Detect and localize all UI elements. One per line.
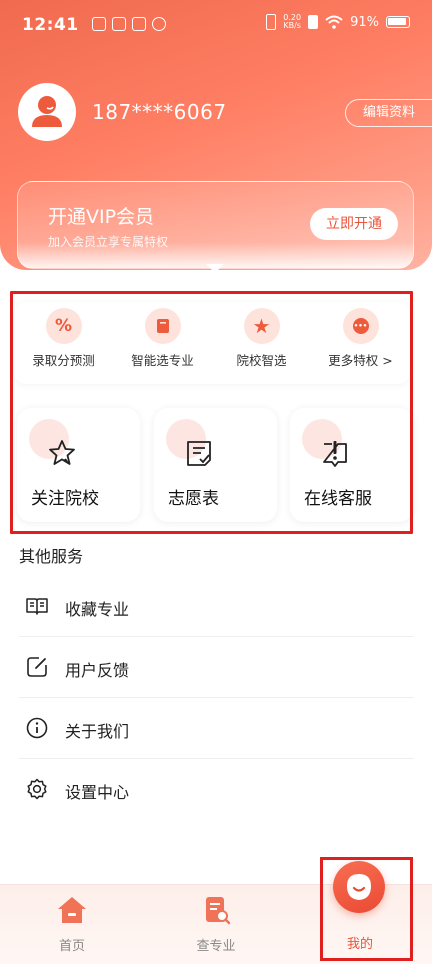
- status-time: 12:41: [22, 15, 79, 35]
- tiktok-app-icon: [112, 17, 126, 31]
- privilege-more[interactable]: ••• 更多特权 >: [311, 308, 410, 369]
- news-app-icon: [132, 17, 146, 31]
- bluetooth-icon: [308, 15, 319, 29]
- feature-label: 在线客服: [304, 489, 372, 509]
- edit-profile-button[interactable]: 编辑资料: [345, 99, 432, 127]
- link-app-icon: [152, 17, 166, 31]
- profile-smile-icon: [347, 874, 371, 900]
- form-icon: [187, 441, 211, 466]
- service-label: 收藏专业: [65, 600, 130, 619]
- feature-label: 关注院校: [31, 489, 99, 509]
- mail-app-icon: [92, 17, 106, 31]
- edit-icon: [27, 657, 47, 677]
- privilege-label: 更多特权 >: [328, 353, 393, 368]
- feature-online-support[interactable]: 在线客服: [290, 408, 413, 522]
- status-bar: 12:41 0.20 KB/s 91%: [0, 0, 432, 52]
- star-outline-icon: [49, 440, 75, 465]
- service-settings[interactable]: 设置中心: [19, 759, 414, 820]
- star-icon: ★: [243, 308, 280, 344]
- privilege-smart-major[interactable]: 智能选专业: [113, 308, 212, 369]
- book-open-icon: [26, 598, 48, 615]
- privileges-row: % 录取分预测 智能选专业 ★ 院校智选 ••• 更多特权 >: [14, 302, 410, 384]
- feature-application-form[interactable]: 志愿表: [154, 408, 277, 522]
- section-title: 其他服务: [19, 547, 84, 566]
- tab-search-major[interactable]: 查专业: [144, 885, 288, 964]
- avatar-person-icon: [32, 96, 62, 127]
- service-feedback[interactable]: 用户反馈: [19, 637, 414, 698]
- battery-percent: 91%: [350, 14, 379, 30]
- vip-card: 开通VIP会员 加入会员立享专属特权 立即开通: [17, 181, 414, 269]
- percent-icon: %: [45, 308, 82, 344]
- privilege-label: 院校智选: [236, 353, 287, 368]
- tab-mine[interactable]: [333, 861, 385, 913]
- feature-label: 志愿表: [168, 489, 219, 509]
- support-icon: [323, 441, 347, 467]
- avatar[interactable]: [18, 83, 76, 141]
- search-doc-icon: [206, 897, 231, 925]
- vip-pointer: [206, 264, 224, 273]
- privilege-school-select[interactable]: ★ 院校智选: [212, 308, 311, 369]
- service-favorite-majors[interactable]: 收藏专业: [19, 576, 414, 637]
- vip-subtitle: 加入会员立享专属特权: [48, 235, 169, 249]
- tab-label: 查专业: [196, 939, 236, 954]
- vip-title: 开通VIP会员: [48, 206, 155, 228]
- service-label: 用户反馈: [65, 661, 130, 680]
- service-label: 关于我们: [65, 722, 130, 741]
- service-label: 设置中心: [65, 783, 130, 802]
- feature-follow-schools[interactable]: 关注院校: [17, 408, 140, 522]
- info-icon: [26, 717, 48, 739]
- tab-mine-label: 我的: [346, 937, 373, 952]
- service-about-us[interactable]: 关于我们: [19, 698, 414, 759]
- more-icon: •••: [342, 308, 379, 344]
- notification-icons: [92, 17, 166, 31]
- vip-open-button[interactable]: 立即开通: [310, 208, 398, 240]
- vibrate-icon: [266, 14, 277, 30]
- net-speed: 0.20 KB/s: [283, 13, 302, 30]
- tab-home[interactable]: 首页: [0, 885, 144, 964]
- profile-phone: 187****6067: [92, 100, 227, 124]
- tab-label: 首页: [58, 939, 85, 954]
- privilege-score-prediction[interactable]: % 录取分预测: [14, 308, 113, 369]
- privilege-label: 录取分预测: [32, 353, 95, 368]
- gear-icon: [27, 778, 47, 800]
- book-icon: [144, 308, 181, 344]
- wifi-icon: [325, 15, 343, 29]
- privilege-label: 智能选专业: [131, 353, 194, 368]
- home-icon: [58, 897, 86, 923]
- status-indicators: 0.20 KB/s 91%: [266, 14, 410, 30]
- battery-icon: [386, 16, 410, 28]
